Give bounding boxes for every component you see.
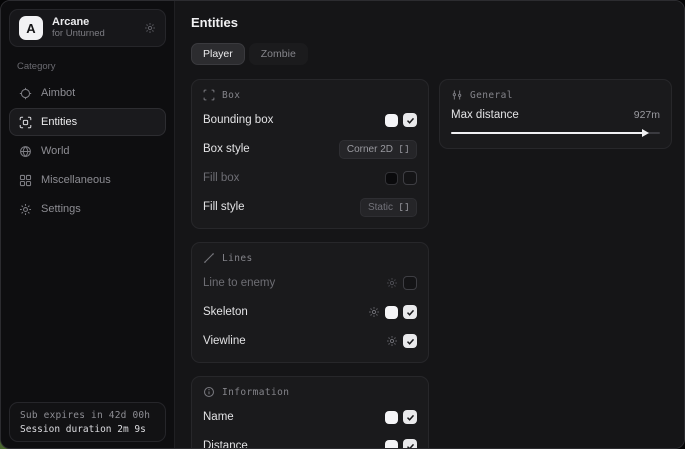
sidebar-item-label: Miscellaneous <box>41 174 111 186</box>
information-section-header: Information <box>203 386 417 398</box>
scan-box-icon <box>19 116 32 129</box>
setting-label: Fill style <box>203 201 360 213</box>
sidebar-item-settings[interactable]: Settings <box>9 195 166 223</box>
entity-tabs: Player Zombie <box>191 43 672 65</box>
line-to-enemy-checkbox[interactable] <box>403 276 417 290</box>
name-checkbox[interactable] <box>403 410 417 424</box>
sidebar-item-entities[interactable]: Entities <box>9 108 166 136</box>
setting-row-fill-box: Fill box <box>203 168 417 188</box>
gear-icon[interactable] <box>144 22 156 34</box>
skeleton-checkbox[interactable] <box>403 305 417 319</box>
gear-icon <box>19 203 32 216</box>
category-label: Category <box>17 61 158 72</box>
color-swatch[interactable] <box>385 411 398 424</box>
brand-subtitle: for Unturned <box>52 29 135 40</box>
sub-expiry-text: Sub expires in 42d 00h <box>20 410 155 421</box>
right-column: General Max distance 927m <box>439 79 672 149</box>
diagonal-line-icon <box>203 252 215 264</box>
max-distance-value: 927m <box>634 109 660 121</box>
sidebar-item-miscellaneous[interactable]: Miscellaneous <box>9 166 166 194</box>
setting-row-fill-style: Fill style Static <box>203 197 417 217</box>
gear-icon[interactable] <box>386 277 398 289</box>
gear-icon[interactable] <box>386 335 398 347</box>
left-column: Box Bounding box <box>191 79 429 449</box>
sidebar-item-world[interactable]: World <box>9 137 166 165</box>
setting-row-viewline: Viewline <box>203 331 417 351</box>
lines-section-title: Lines <box>222 253 253 264</box>
gear-icon[interactable] <box>368 306 380 318</box>
bounding-box-checkbox[interactable] <box>403 113 417 127</box>
sidebar-item-label: Settings <box>41 203 81 215</box>
brand-card: A Arcane for Unturned <box>9 9 166 47</box>
arcane-menu-window: A Arcane for Unturned Category <box>0 0 685 449</box>
session-duration-text: Session duration 2m 9s <box>20 424 155 435</box>
information-section-title: Information <box>222 387 289 398</box>
general-section-title: General <box>470 90 513 101</box>
box-section-title: Box <box>222 90 240 101</box>
settings-content: Box Bounding box <box>191 79 672 449</box>
setting-row-box-style: Box style Corner 2D <box>203 139 417 159</box>
max-distance-slider[interactable] <box>451 129 660 137</box>
sidebar-item-label: World <box>41 145 70 157</box>
setting-label: Viewline <box>203 335 386 347</box>
color-swatch[interactable] <box>385 306 398 319</box>
sidebar: A Arcane for Unturned Category <box>1 1 175 448</box>
globe-icon <box>19 145 32 158</box>
information-section: Information Name <box>191 376 429 449</box>
fill-box-checkbox[interactable] <box>403 171 417 185</box>
brand-name: Arcane <box>52 16 135 29</box>
main-panel: Entities Player Zombie Box <box>175 1 684 448</box>
color-swatch[interactable] <box>385 172 398 185</box>
sidebar-item-label: Entities <box>41 116 77 128</box>
tab-zombie[interactable]: Zombie <box>249 43 308 65</box>
sidebar-nav: Aimbot Entities World <box>1 79 174 223</box>
setting-label: Fill box <box>203 172 385 184</box>
setting-label: Bounding box <box>203 114 385 126</box>
brand-text: Arcane for Unturned <box>52 16 135 40</box>
color-swatch[interactable] <box>385 440 398 449</box>
selector-icon <box>399 202 409 212</box>
bounding-box-icon <box>203 89 215 101</box>
setting-row-skeleton: Skeleton <box>203 302 417 322</box>
setting-row-name: Name <box>203 407 417 427</box>
setting-label: Max distance <box>451 109 634 121</box>
box-section-header: Box <box>203 89 417 101</box>
setting-label: Box style <box>203 143 339 155</box>
max-distance-row: Max distance 927m <box>451 109 660 121</box>
slider-fill <box>451 132 643 134</box>
color-swatch[interactable] <box>385 114 398 127</box>
sidebar-item-label: Aimbot <box>41 87 75 99</box>
setting-row-distance: Distance <box>203 436 417 449</box>
sidebar-item-aimbot[interactable]: Aimbot <box>9 79 166 107</box>
setting-label: Line to enemy <box>203 277 386 289</box>
setting-label: Name <box>203 411 385 423</box>
dropdown-value: Corner 2D <box>347 144 393 155</box>
fill-style-dropdown[interactable]: Static <box>360 198 417 217</box>
setting-row-bounding-box: Bounding box <box>203 110 417 130</box>
box-style-dropdown[interactable]: Corner 2D <box>339 140 417 159</box>
sliders-icon <box>451 89 463 101</box>
setting-label: Distance <box>203 440 385 449</box>
slider-thumb-arrow[interactable] <box>642 129 649 137</box>
setting-label: Skeleton <box>203 306 368 318</box>
distance-checkbox[interactable] <box>403 439 417 449</box>
grid-icon <box>19 174 32 187</box>
dropdown-value: Static <box>368 202 393 213</box>
subscription-card: Sub expires in 42d 00h Session duration … <box>9 402 166 442</box>
general-section: General Max distance 927m <box>439 79 672 149</box>
viewline-checkbox[interactable] <box>403 334 417 348</box>
lines-section: Lines Line to enemy <box>191 242 429 363</box>
selector-icon <box>399 144 409 154</box>
arcane-logo: A <box>19 16 43 40</box>
crosshair-icon <box>19 87 32 100</box>
tab-player[interactable]: Player <box>191 43 245 65</box>
setting-row-line-to-enemy: Line to enemy <box>203 273 417 293</box>
info-icon <box>203 386 215 398</box>
page-title: Entities <box>191 15 672 30</box>
box-section: Box Bounding box <box>191 79 429 229</box>
general-section-header: General <box>451 89 660 101</box>
lines-section-header: Lines <box>203 252 417 264</box>
